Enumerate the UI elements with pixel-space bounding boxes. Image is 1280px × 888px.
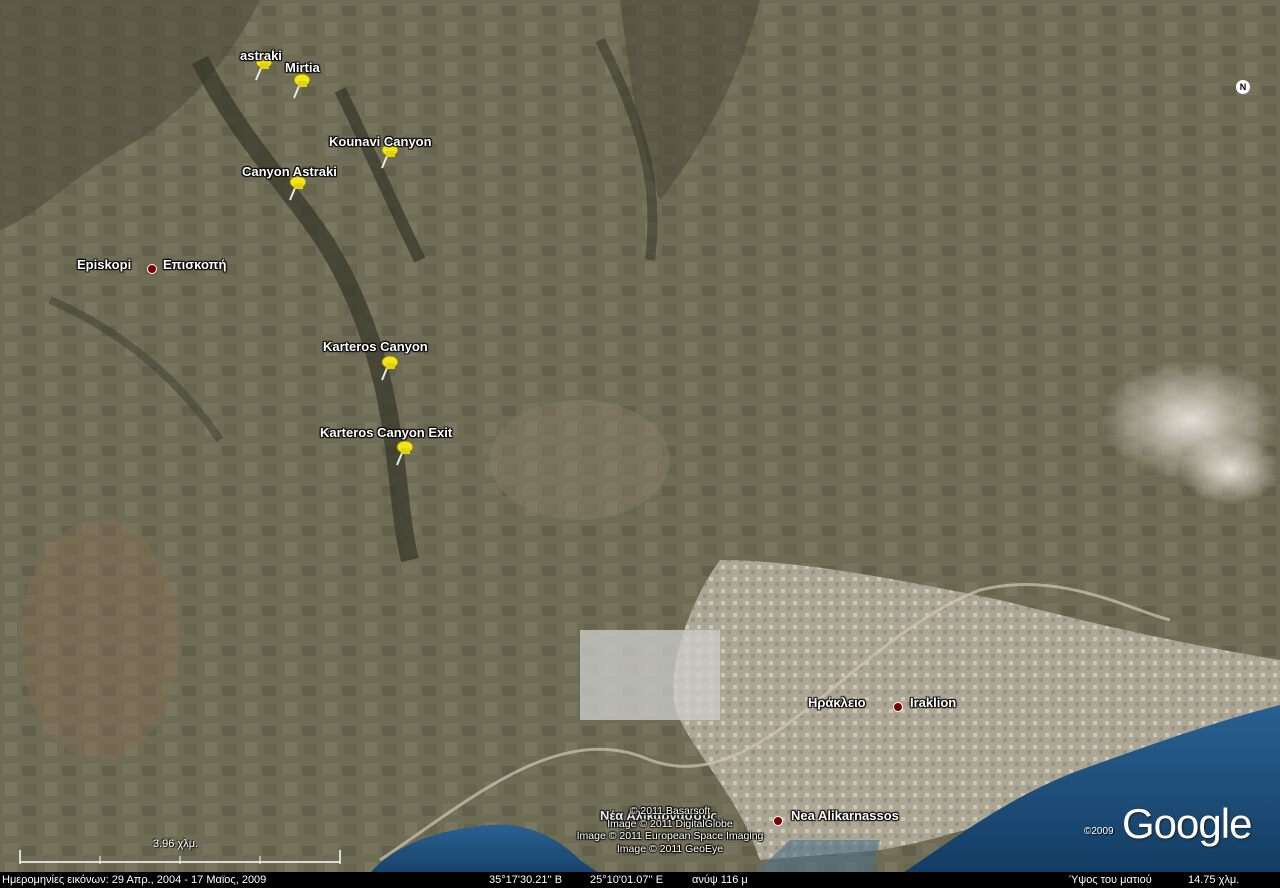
logo-copyright: ©2009 — [1084, 826, 1114, 837]
placemark-label: Mirtia — [285, 60, 320, 75]
place-label-greek: Επισκοπή — [163, 257, 227, 272]
placemark-label: Canyon Astraki — [242, 164, 337, 179]
credit-line: Image © 2011 GeoEye — [616, 842, 724, 855]
scale-label: 3.96 χλμ. — [153, 838, 199, 850]
pushpin-icon — [396, 440, 414, 466]
google-logo: Google — [1122, 800, 1252, 847]
pushpin-icon — [381, 355, 399, 381]
place-label-greek: Ηράκλειο — [808, 695, 866, 710]
status-bar: Ημερομηνίες εικόνων: 29 Απρ., 2004 - 17 … — [0, 872, 1280, 888]
latitude-readout: 35°17'30.21'' Β — [489, 874, 563, 886]
place-label-latin: Episkopi — [77, 257, 132, 272]
placemark-label: Karteros Canyon — [323, 339, 428, 354]
imagery-credits: © 2011 Basarsoft Image © 2011 DigitalGlo… — [520, 805, 820, 855]
credit-line: © 2011 Basarsoft — [629, 805, 711, 817]
eye-altitude-value: 14.75 χλμ. — [1188, 874, 1240, 886]
north-compass-icon[interactable]: N — [1236, 80, 1250, 94]
placemark-label: Karteros Canyon Exit — [320, 425, 453, 440]
place-dot-icon — [147, 264, 157, 274]
elevation-readout: ανύψ 116 μ — [692, 874, 748, 886]
placemark-label: Kounavi Canyon — [329, 134, 432, 149]
satellite-imagery[interactable] — [0, 0, 1280, 888]
placemark-label: astraki — [240, 48, 282, 63]
longitude-readout: 25°10'01.07'' Ε — [590, 874, 664, 886]
credit-line: Image © 2011 DigitalGlobe — [607, 817, 733, 830]
map-viewport[interactable]: astraki Mirtia Kounavi Canyon Canyon Ast… — [0, 0, 1280, 888]
eye-altitude-label: Ύψος του ματιού — [1069, 874, 1152, 886]
imagery-dates: Ημερομηνίες εικόνων: 29 Απρ., 2004 - 17 … — [2, 874, 267, 886]
place-label-latin: Iraklion — [910, 695, 957, 710]
place-dot-icon — [893, 702, 903, 712]
credit-line: Image © 2011 European Space Imaging — [576, 830, 764, 842]
